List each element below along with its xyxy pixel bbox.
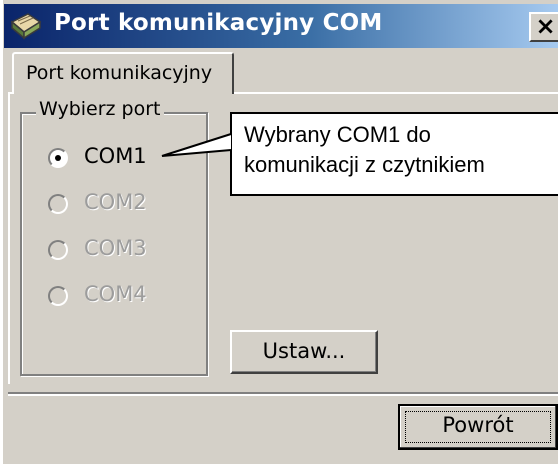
close-icon: × [535, 12, 556, 40]
radio-selected-dot [55, 155, 61, 161]
callout-text: Wybrany COM1 do komunikacji z czytnikiem [244, 120, 485, 180]
window-edge [0, 0, 4, 464]
radio-label: COM3 [84, 236, 147, 260]
radio-label: COM2 [84, 190, 147, 214]
bottom-separator [8, 392, 558, 396]
back-button[interactable]: Powrót [398, 404, 558, 450]
radio-button-icon [48, 286, 68, 306]
title-bar[interactable]: Port komunikacyjny COM × [4, 4, 558, 48]
callout-line: Wybrany COM1 do [244, 122, 431, 147]
radio-button-icon [48, 194, 68, 214]
focus-rectangle [405, 411, 551, 443]
set-button[interactable]: Ustaw... [230, 330, 378, 374]
close-button[interactable]: × [529, 12, 558, 42]
tab-port[interactable]: Port komunikacyjny [12, 52, 234, 94]
window-title: Port komunikacyjny COM [54, 10, 383, 36]
radio-button-icon [48, 240, 68, 260]
groupbox-legend: Wybierz port [36, 98, 164, 120]
callout-line: komunikacji z czytnikiem [244, 152, 485, 177]
radio-label: COM4 [84, 282, 147, 306]
annotation-callout: Wybrany COM1 do komunikacji z czytnikiem [230, 112, 558, 196]
radio-button-icon[interactable] [48, 148, 68, 168]
radio-label: COM1 [84, 144, 147, 168]
tab-label: Port komunikacyjny [26, 62, 213, 84]
book-icon [10, 13, 42, 40]
dialog-window: Port komunikacyjny COM × Port komunikacy… [0, 0, 558, 464]
